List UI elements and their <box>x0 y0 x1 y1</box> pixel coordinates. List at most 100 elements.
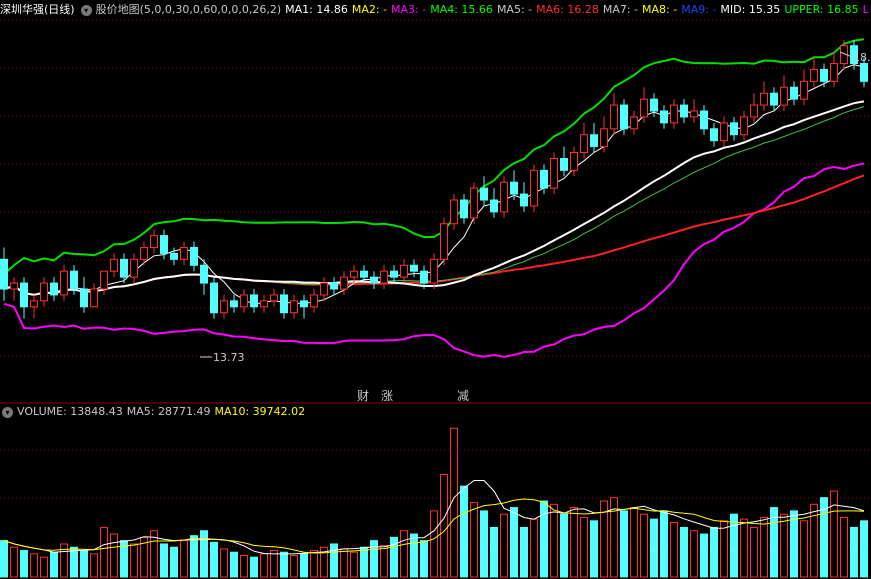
ma-value-1: MA2: - <box>351 3 388 16</box>
finance-marker[interactable]: 财 <box>357 387 369 404</box>
candle-body <box>620 104 628 130</box>
candle <box>450 194 458 230</box>
volume-bar <box>160 543 168 578</box>
chevron-down-icon[interactable]: ▾ <box>80 4 92 16</box>
candle-body <box>80 288 88 308</box>
candle <box>100 270 108 295</box>
candle-body <box>130 258 138 278</box>
candle-body <box>710 128 718 142</box>
volume-bar <box>250 556 258 578</box>
candle-body <box>750 104 758 118</box>
volume-bar <box>290 555 298 578</box>
candle <box>800 69 808 106</box>
candle-body <box>670 104 678 124</box>
indicator-name[interactable]: 股价地图(5,0,0,30,0,60,0,0,0,26,2) <box>96 3 282 16</box>
candle-body <box>90 288 98 308</box>
candlesticks <box>0 39 868 319</box>
candle-body <box>310 294 318 308</box>
candle <box>290 294 298 319</box>
candle-body <box>490 199 498 213</box>
candle-body <box>200 264 208 284</box>
candle <box>20 277 28 319</box>
candle-body <box>280 294 288 314</box>
candle-body <box>770 92 778 106</box>
ma-value-0: MA1: 14.86 <box>285 3 348 16</box>
ma-value-3: MA4: 15.66 <box>430 3 493 16</box>
volume-bar <box>300 553 308 578</box>
candle <box>570 146 578 177</box>
candle <box>300 294 308 319</box>
candle-body <box>390 270 398 278</box>
ma-value-9: MID: 15.35 <box>720 3 781 16</box>
candle <box>630 111 638 135</box>
candle <box>740 111 748 141</box>
candle <box>600 116 608 153</box>
candle-body <box>790 86 798 100</box>
volume-bar <box>470 502 478 578</box>
stock-chart[interactable]: 13.73 18. <box>0 0 871 579</box>
candle-body <box>630 116 638 130</box>
candle <box>260 294 268 313</box>
candle <box>380 265 388 289</box>
candle <box>760 81 768 111</box>
candle <box>280 289 288 319</box>
candle <box>110 253 118 278</box>
candle <box>690 99 698 123</box>
ma-value-11: L <box>862 3 869 16</box>
candle-body <box>820 68 828 82</box>
candle-body <box>680 104 688 118</box>
candle <box>520 182 528 212</box>
volume-bar <box>180 540 188 578</box>
candle <box>320 277 328 301</box>
candle-body <box>250 294 258 308</box>
candle-body <box>60 270 68 296</box>
volume-bar <box>280 551 288 578</box>
volume-value-0: VOLUME: 13848.43 <box>17 405 123 418</box>
rise-marker[interactable]: 涨 <box>381 387 393 404</box>
candle-body <box>70 270 78 290</box>
candle-body <box>350 270 358 278</box>
candle-body <box>580 134 588 154</box>
volume-bar <box>380 545 388 578</box>
candle-body <box>540 169 548 189</box>
candle-body <box>160 235 168 254</box>
candle <box>510 170 518 200</box>
volume-bar <box>440 474 448 578</box>
volume-bar <box>230 551 238 578</box>
candle-body <box>40 282 48 302</box>
volume-bar <box>490 526 498 578</box>
candle-body <box>190 246 198 266</box>
candle <box>60 265 68 301</box>
candle-body <box>550 157 558 189</box>
candle <box>670 99 678 129</box>
stock-name[interactable]: 深圳华强(日线) <box>0 3 75 16</box>
candle <box>400 259 408 284</box>
volume-bar <box>410 533 418 578</box>
candle-body <box>700 110 708 130</box>
volume-bar <box>690 530 698 578</box>
volume-bar <box>430 510 438 578</box>
candle-body <box>140 246 148 260</box>
candle-body <box>780 86 788 106</box>
candle <box>80 277 88 313</box>
candle <box>10 277 18 301</box>
ma-value-5: MA6: 16.28 <box>536 3 599 16</box>
volume-bar <box>540 500 548 578</box>
volume-header: ▾ VOLUME: 13848.43 MA5: 28771.49 MA10: 3974… <box>0 402 313 422</box>
price-header: 深圳华强(日线) ▾ 股价地图(5,0,0,30,0,60,0,0,0,26,2) M… <box>0 0 871 20</box>
candle <box>270 289 278 307</box>
chevron-down-icon[interactable]: ▾ <box>2 406 13 418</box>
candle-body <box>690 110 698 118</box>
candle-body <box>830 63 838 82</box>
volume-bar <box>860 520 868 578</box>
candle <box>710 122 718 147</box>
candle <box>430 253 438 289</box>
candle <box>660 105 668 129</box>
candle-body <box>800 80 808 100</box>
volume-bar <box>640 513 648 578</box>
reduce-marker[interactable]: 减 <box>457 387 469 404</box>
candle-body <box>30 300 38 308</box>
candle-body <box>180 246 188 260</box>
high-price-label: 18. <box>853 51 871 64</box>
candle-body <box>380 270 388 284</box>
